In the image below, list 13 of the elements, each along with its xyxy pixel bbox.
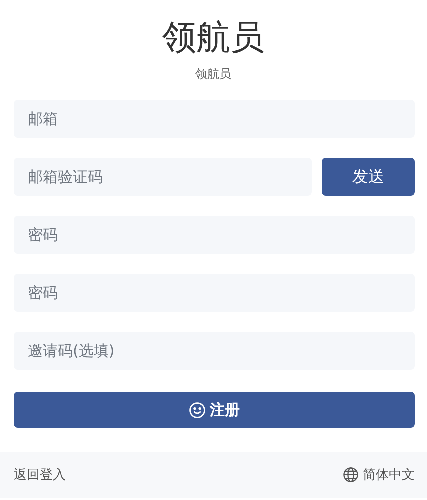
back-to-login-link[interactable]: 返回登入 [14, 466, 66, 484]
smiley-icon [189, 402, 206, 418]
language-selector[interactable]: 简体中文 [363, 466, 415, 484]
input-field[interactable]: 密码 [14, 216, 415, 254]
input-field[interactable]: 邮箱 [14, 100, 415, 138]
app-subtitle: 领航员 [196, 66, 232, 83]
input-field[interactable]: 邀请码(选填) [14, 332, 415, 370]
app-title: 领航员 [162, 17, 264, 60]
globe-icon[interactable] [343, 467, 359, 483]
input-field[interactable]: 密码 [14, 274, 415, 312]
send-button[interactable]: 发送 [322, 158, 415, 196]
register-button[interactable]: 注册 [14, 392, 415, 428]
input-field[interactable]: 邮箱验证码 [14, 158, 312, 196]
